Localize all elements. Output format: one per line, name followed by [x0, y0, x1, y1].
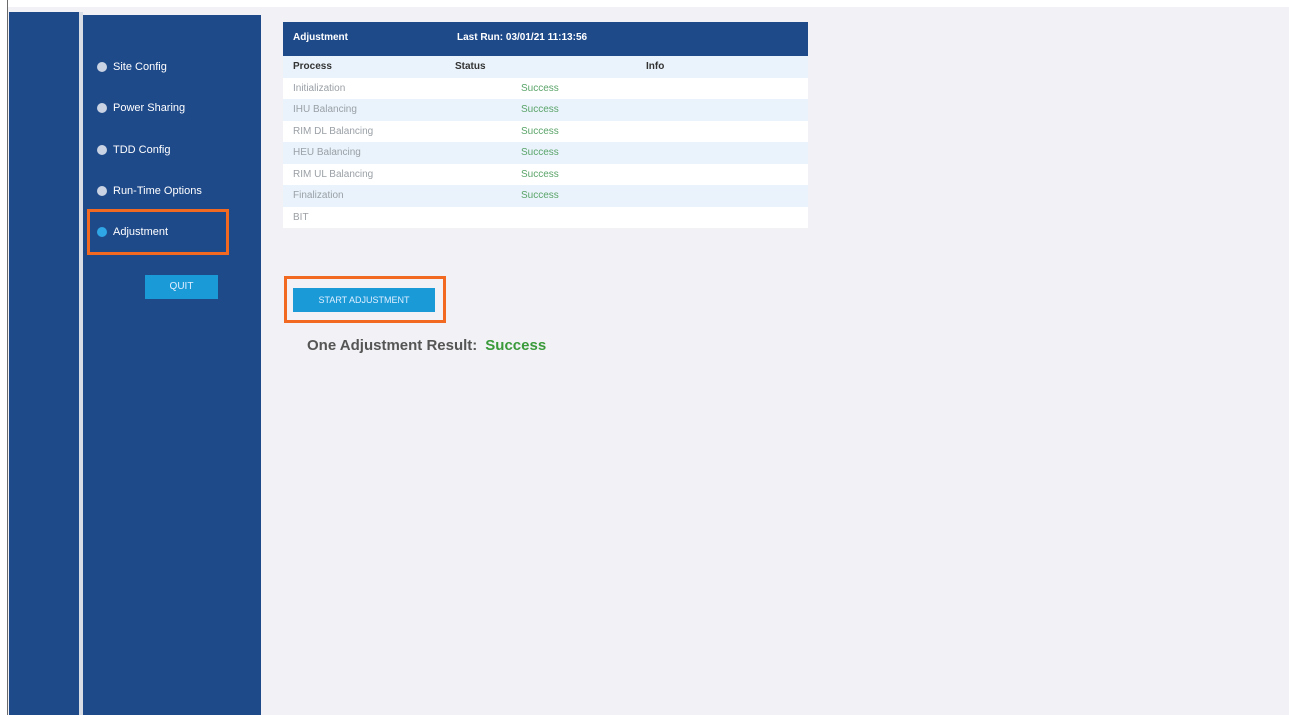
process-name: RIM DL Balancing [293, 125, 374, 137]
sidebar-item-power-sharing[interactable]: Power Sharing [97, 98, 185, 118]
sidebar-item-adjustment[interactable]: Adjustment [97, 222, 168, 242]
process-status: Success [521, 82, 559, 94]
process-status: Success [521, 104, 559, 115]
sidebar: Site Config Power Sharing TDD Config Run… [83, 15, 261, 715]
adjustment-panel: Adjustment Last Run: 03/01/21 11:13:56 P… [283, 22, 808, 228]
sidebar-item-site-config[interactable]: Site Config [97, 57, 167, 77]
quit-button[interactable]: QUIT [145, 275, 218, 299]
sidebar-item-run-time-options[interactable]: Run-Time Options [97, 181, 202, 201]
bullet-icon [97, 186, 107, 196]
table-row: RIM DL Balancing Success [283, 121, 808, 143]
process-name: RIM UL Balancing [293, 168, 374, 180]
column-header-info: Info [646, 61, 665, 72]
panel-header: Adjustment Last Run: 03/01/21 11:13:56 [283, 22, 808, 56]
sidebar-item-label: TDD Config [113, 144, 171, 156]
result-label: One Adjustment Result: [307, 337, 478, 354]
process-status: Success [521, 190, 559, 201]
process-status: Success [521, 147, 559, 158]
process-name: Initialization [293, 82, 346, 94]
table-row: Finalization Success [283, 185, 808, 207]
bullet-icon [97, 103, 107, 113]
process-status: Success [521, 168, 559, 180]
table-row: BIT [283, 207, 808, 229]
window-left-border [0, 0, 8, 715]
bullet-icon [97, 145, 107, 155]
table-row: Initialization Success [283, 78, 808, 100]
process-name: BIT [293, 211, 309, 223]
main-content: Adjustment Last Run: 03/01/21 11:13:56 P… [283, 22, 808, 354]
start-adjustment-button[interactable]: START ADJUSTMENT [293, 288, 435, 312]
process-status: Success [521, 125, 559, 137]
sidebar-item-label: Run-Time Options [113, 185, 202, 197]
table-row: IHU Balancing Success [283, 99, 808, 121]
panel-title: Adjustment [293, 32, 348, 43]
column-header-process: Process [293, 61, 332, 72]
table-row: HEU Balancing Success [283, 142, 808, 164]
bullet-icon [97, 62, 107, 72]
sidebar-item-label: Power Sharing [113, 102, 186, 114]
adjustment-result: One Adjustment Result: Success [307, 337, 546, 354]
table-header-row: Process Status Info [283, 56, 808, 78]
sidebar-item-label: Site Config [113, 61, 167, 73]
outer-rail [9, 12, 79, 715]
sidebar-item-label: Adjustment [113, 226, 169, 238]
process-name: HEU Balancing [293, 147, 361, 158]
table-row: RIM UL Balancing Success [283, 164, 808, 186]
process-name: IHU Balancing [293, 104, 357, 115]
result-value: Success [485, 337, 547, 354]
bullet-icon [97, 227, 107, 237]
last-run-timestamp: Last Run: 03/01/21 11:13:56 [457, 32, 588, 43]
sidebar-item-tdd-config[interactable]: TDD Config [97, 140, 170, 160]
column-header-status: Status [455, 61, 486, 72]
process-name: Finalization [293, 190, 344, 201]
window-top-border [0, 0, 1289, 7]
